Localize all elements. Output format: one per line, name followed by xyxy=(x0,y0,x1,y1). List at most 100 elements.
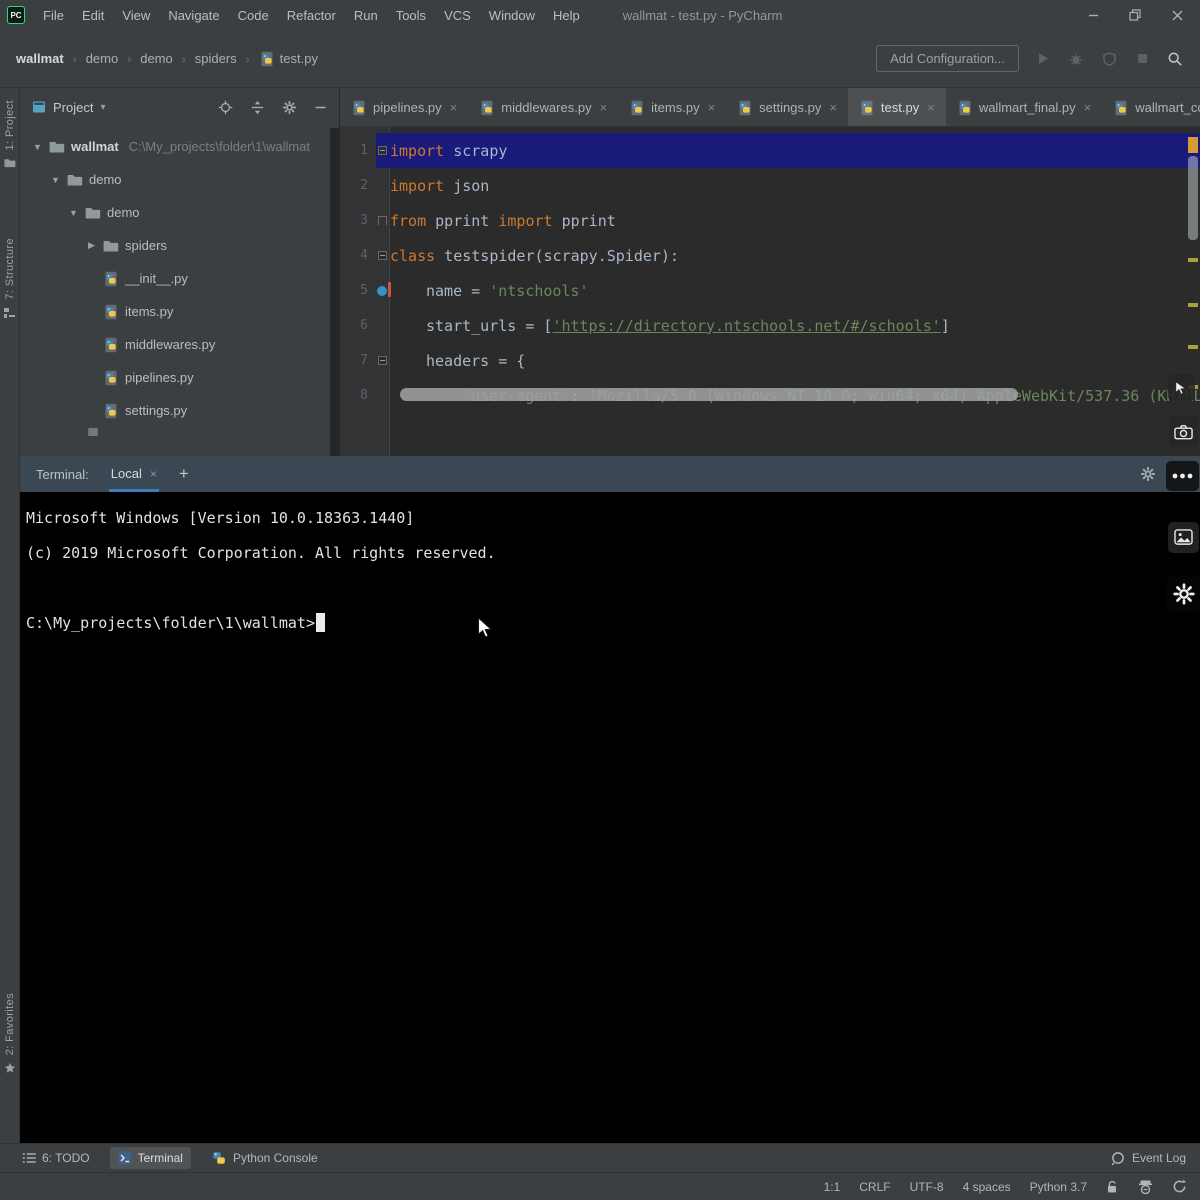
tree-item-settings-py[interactable]: settings.py xyxy=(20,394,330,427)
inspection-profile-icon[interactable] xyxy=(1138,1180,1153,1194)
overlay-more-button[interactable] xyxy=(1166,461,1199,491)
code-editor[interactable]: 1 import scrapy 2 import json 3 from ppr… xyxy=(340,127,1200,456)
fold-marker-icon[interactable] xyxy=(374,251,390,260)
menu-edit[interactable]: Edit xyxy=(73,8,113,23)
stripe-button-project[interactable]: 1: Project xyxy=(0,100,20,169)
breadcrumb-spiders[interactable]: spiders xyxy=(195,51,237,66)
close-icon[interactable]: × xyxy=(150,467,157,481)
menu-window[interactable]: Window xyxy=(480,8,544,23)
overlay-settings-button[interactable] xyxy=(1167,576,1200,612)
project-scrollbar[interactable] xyxy=(330,128,339,456)
gear-icon[interactable] xyxy=(282,100,297,115)
fold-marker-icon[interactable] xyxy=(374,216,390,225)
tab-middlewares-py[interactable]: middlewares.py × xyxy=(468,88,618,127)
add-configuration-button[interactable]: Add Configuration... xyxy=(876,45,1019,72)
lock-icon[interactable] xyxy=(1106,1180,1119,1194)
sync-icon[interactable] xyxy=(1172,1179,1187,1194)
close-icon[interactable]: × xyxy=(1084,100,1092,115)
collapse-all-icon[interactable] xyxy=(250,100,265,115)
tree-item-demo[interactable]: ▼ demo xyxy=(20,163,330,196)
overlay-gallery-button[interactable] xyxy=(1168,522,1199,553)
tree-item-middlewares-py[interactable]: middlewares.py xyxy=(20,328,330,361)
interpreter[interactable]: Python 3.7 xyxy=(1030,1180,1087,1194)
search-everywhere-icon[interactable] xyxy=(1166,50,1184,68)
gear-icon[interactable] xyxy=(1140,466,1156,482)
breadcrumb-demo1[interactable]: demo xyxy=(86,51,119,66)
close-icon[interactable]: × xyxy=(708,100,716,115)
tree-item-pipelines-py[interactable]: pipelines.py xyxy=(20,361,330,394)
error-stripe-mark[interactable] xyxy=(1188,137,1198,153)
menu-code[interactable]: Code xyxy=(229,8,278,23)
project-panel-title[interactable]: Project xyxy=(53,100,93,115)
new-session-button[interactable]: + xyxy=(179,464,189,484)
breadcrumb-demo2[interactable]: demo xyxy=(140,51,173,66)
menu-help[interactable]: Help xyxy=(544,8,589,23)
line-ending[interactable]: CRLF xyxy=(859,1180,890,1194)
restore-button[interactable] xyxy=(1114,0,1156,30)
overlay-camera-button[interactable] xyxy=(1169,416,1198,447)
url-link[interactable]: 'https://directory.ntschools.net/#/schoo… xyxy=(552,317,940,335)
close-icon[interactable]: × xyxy=(450,100,458,115)
menu-refactor[interactable]: Refactor xyxy=(278,8,345,23)
python-console-button[interactable]: Python Console xyxy=(203,1146,326,1170)
fold-marker-icon[interactable] xyxy=(374,146,390,155)
vertical-scrollbar[interactable] xyxy=(1188,156,1198,240)
code-line-7[interactable]: 7 headers = { xyxy=(340,343,1200,378)
chevron-expanded-icon[interactable]: ▼ xyxy=(32,142,43,152)
chevron-collapsed-icon[interactable]: ▶ xyxy=(86,240,97,251)
terminal-output[interactable]: Microsoft Windows [Version 10.0.18363.14… xyxy=(20,492,1200,1143)
chevron-expanded-icon[interactable]: ▼ xyxy=(68,208,79,218)
hide-panel-icon[interactable] xyxy=(314,101,327,114)
chevron-expanded-icon[interactable]: ▼ xyxy=(50,175,61,185)
horizontal-scrollbar[interactable] xyxy=(400,388,1018,401)
menu-view[interactable]: View xyxy=(113,8,159,23)
code-line-3[interactable]: 3 from pprint import pprint xyxy=(340,203,1200,238)
locate-file-icon[interactable] xyxy=(218,100,233,115)
warning-stripe-mark[interactable] xyxy=(1188,345,1198,349)
run-icon[interactable] xyxy=(1034,50,1052,68)
tree-item-demo-inner[interactable]: ▼ demo xyxy=(20,196,330,229)
code-line-1[interactable]: 1 import scrapy xyxy=(340,133,1200,168)
close-icon[interactable]: × xyxy=(600,100,608,115)
close-icon[interactable]: × xyxy=(927,100,935,115)
close-icon[interactable]: × xyxy=(829,100,837,115)
breadcrumb-file[interactable]: test.py xyxy=(259,51,318,67)
tab-wallmart-code-py[interactable]: wallmart_code.py × xyxy=(1102,88,1200,127)
menu-navigate[interactable]: Navigate xyxy=(159,8,228,23)
tab-items-py[interactable]: items.py × xyxy=(618,88,726,127)
stripe-button-structure[interactable]: 7: Structure xyxy=(0,238,20,319)
debug-icon[interactable] xyxy=(1067,50,1085,68)
close-button[interactable] xyxy=(1156,0,1198,30)
stop-icon[interactable] xyxy=(1133,50,1151,68)
tab-test-py[interactable]: test.py × xyxy=(848,88,946,127)
caret-position[interactable]: 1:1 xyxy=(824,1180,841,1194)
terminal-button[interactable]: Terminal xyxy=(110,1147,191,1169)
file-encoding[interactable]: UTF-8 xyxy=(910,1180,944,1194)
code-line-2[interactable]: 2 import json xyxy=(340,168,1200,203)
tree-item-spiders[interactable]: ▶ spiders xyxy=(20,229,330,262)
menu-tools[interactable]: Tools xyxy=(387,8,435,23)
menu-vcs[interactable]: VCS xyxy=(435,8,480,23)
chevron-down-icon[interactable]: ▾ xyxy=(100,102,105,113)
todo-button[interactable]: 6: TODO xyxy=(14,1147,98,1169)
code-line-4[interactable]: 4 class testspider(scrapy.Spider): xyxy=(340,238,1200,273)
tree-item-items-py[interactable]: items.py xyxy=(20,295,330,328)
indent-setting[interactable]: 4 spaces xyxy=(963,1180,1011,1194)
tab-pipelines-py[interactable]: pipelines.py × xyxy=(340,88,468,127)
menu-file[interactable]: File xyxy=(34,8,73,23)
overlay-pin-button[interactable] xyxy=(1168,374,1195,401)
fold-marker-icon[interactable] xyxy=(374,356,390,365)
code-line-5[interactable]: 5 name = 'ntschools' xyxy=(340,273,1200,308)
tab-wallmart-final-py[interactable]: wallmart_final.py × xyxy=(946,88,1102,127)
terminal-tab-local[interactable]: Local × xyxy=(109,456,159,492)
event-log-button[interactable]: Event Log xyxy=(1110,1151,1186,1166)
terminal-prompt[interactable]: C:\My_projects\folder\1\wallmat> xyxy=(26,605,1200,640)
tree-item-wallmat-root[interactable]: ▼ wallmat C:\My_projects\folder\1\wallma… xyxy=(20,130,330,163)
tree-item-clipped[interactable] xyxy=(20,427,330,436)
tree-item-init-py[interactable]: __init__.py xyxy=(20,262,330,295)
warning-stripe-mark[interactable] xyxy=(1188,258,1198,262)
run-gutter-icon[interactable] xyxy=(374,286,390,296)
coverage-icon[interactable] xyxy=(1100,50,1118,68)
breadcrumb-project[interactable]: wallmat xyxy=(16,51,64,66)
menu-run[interactable]: Run xyxy=(345,8,387,23)
